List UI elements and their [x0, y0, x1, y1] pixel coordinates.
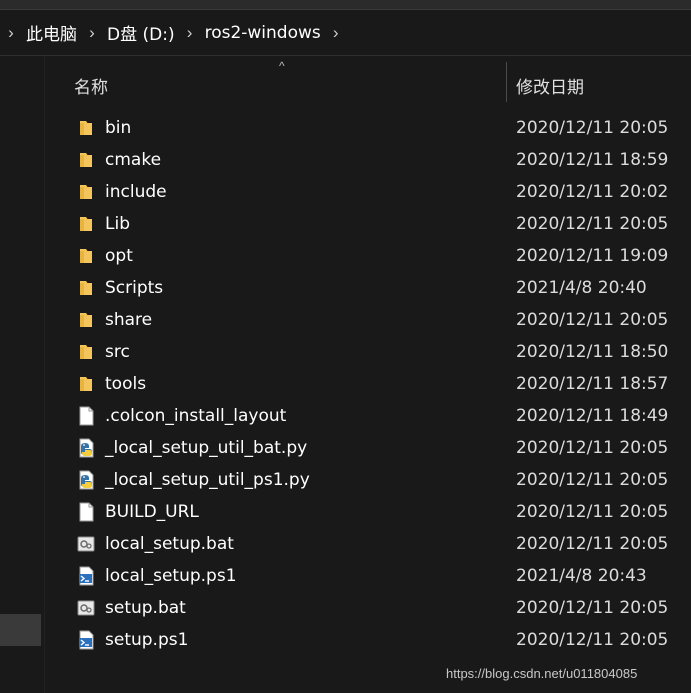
- folder-icon: [76, 246, 96, 266]
- column-header-row: ^ 名称 修改日期: [45, 56, 691, 104]
- breadcrumb[interactable]: › 此电脑 › D盘 (D:) › ros2-windows ›: [0, 10, 691, 56]
- file-row[interactable]: setup.bat 2020/12/11 20:05: [45, 592, 691, 624]
- file-list: bin 2020/12/11 20:05 cmake 2020/12/11 18:59…: [45, 112, 691, 656]
- file-modified-date: 2020/12/11 20:05: [516, 214, 669, 234]
- folder-icon: [76, 310, 96, 330]
- file-modified-date: 2020/12/11 18:49: [516, 406, 669, 426]
- file-row[interactable]: local_setup.ps1 2021/4/8 20:43: [45, 560, 691, 592]
- file-modified-date: 2020/12/11 20:05: [516, 598, 669, 618]
- file-name[interactable]: bin: [105, 118, 131, 138]
- file-name[interactable]: setup.bat: [105, 598, 186, 618]
- column-header-name[interactable]: 名称: [74, 73, 108, 98]
- file-name[interactable]: local_setup.bat: [105, 534, 234, 554]
- chevron-right-icon[interactable]: ›: [81, 23, 103, 43]
- file-row[interactable]: _local_setup_util_bat.py 2020/12/11 20:05: [45, 432, 691, 464]
- file-name[interactable]: BUILD_URL: [105, 502, 199, 522]
- python-file-icon: [76, 438, 96, 458]
- file-row[interactable]: _local_setup_util_ps1.py 2020/12/11 20:05: [45, 464, 691, 496]
- breadcrumb-item-drive-d[interactable]: D盘 (D:): [103, 20, 179, 45]
- file-name[interactable]: _local_setup_util_bat.py: [105, 438, 307, 458]
- file-modified-date: 2020/12/11 20:05: [516, 470, 669, 490]
- file-name[interactable]: _local_setup_util_ps1.py: [105, 470, 310, 490]
- file-row[interactable]: BUILD_URL 2020/12/11 20:05: [45, 496, 691, 528]
- file-row[interactable]: opt 2020/12/11 19:09: [45, 240, 691, 272]
- file-row[interactable]: include 2020/12/11 20:02: [45, 176, 691, 208]
- batch-file-icon: [76, 534, 96, 554]
- file-modified-date: 2020/12/11 20:05: [516, 118, 669, 138]
- file-name[interactable]: opt: [105, 246, 133, 266]
- file-icon: [76, 406, 96, 426]
- folder-icon: [76, 374, 96, 394]
- file-name[interactable]: setup.ps1: [105, 630, 188, 650]
- file-row[interactable]: bin 2020/12/11 20:05: [45, 112, 691, 144]
- file-modified-date: 2020/12/11 18:59: [516, 150, 669, 170]
- file-modified-date: 2020/12/11 20:05: [516, 438, 669, 458]
- file-row[interactable]: src 2020/12/11 18:50: [45, 336, 691, 368]
- file-row[interactable]: local_setup.bat 2020/12/11 20:05: [45, 528, 691, 560]
- folder-icon: [76, 118, 96, 138]
- navigation-selected-item[interactable]: [0, 614, 41, 646]
- breadcrumb-item-ros2-windows[interactable]: ros2-windows: [201, 23, 325, 43]
- watermark: https://blog.csdn.net/u011804085: [446, 666, 638, 681]
- file-row[interactable]: share 2020/12/11 20:05: [45, 304, 691, 336]
- navigation-pane[interactable]: [0, 56, 45, 693]
- file-row[interactable]: Lib 2020/12/11 20:05: [45, 208, 691, 240]
- python-file-icon: [76, 470, 96, 490]
- powershell-file-icon: [76, 566, 96, 586]
- file-modified-date: 2020/12/11 20:05: [516, 502, 669, 522]
- file-list-pane[interactable]: ^ 名称 修改日期 bin 2020/12/11 20:05 cmake 2020/1…: [45, 56, 691, 693]
- file-name[interactable]: Scripts: [105, 278, 163, 298]
- file-name[interactable]: .colcon_install_layout: [105, 406, 286, 426]
- breadcrumb-item-this-pc[interactable]: 此电脑: [22, 20, 81, 45]
- batch-file-icon: [76, 598, 96, 618]
- file-icon: [76, 502, 96, 522]
- column-divider[interactable]: [506, 62, 507, 102]
- file-modified-date: 2020/12/11 20:05: [516, 534, 669, 554]
- chevron-right-icon[interactable]: ›: [325, 23, 347, 43]
- file-name[interactable]: src: [105, 342, 130, 362]
- file-modified-date: 2020/12/11 18:50: [516, 342, 669, 362]
- file-row[interactable]: setup.ps1 2020/12/11 20:05: [45, 624, 691, 656]
- file-modified-date: 2021/4/8 20:43: [516, 566, 647, 586]
- chevron-right-icon[interactable]: ›: [0, 23, 22, 43]
- chevron-right-icon[interactable]: ›: [179, 23, 201, 43]
- file-name[interactable]: Lib: [105, 214, 130, 234]
- folder-icon: [76, 182, 96, 202]
- sort-ascending-icon: ^: [279, 59, 285, 73]
- file-row[interactable]: tools 2020/12/11 18:57: [45, 368, 691, 400]
- file-name[interactable]: cmake: [105, 150, 161, 170]
- column-header-date[interactable]: 修改日期: [516, 73, 584, 98]
- file-row[interactable]: cmake 2020/12/11 18:59: [45, 144, 691, 176]
- file-name[interactable]: local_setup.ps1: [105, 566, 237, 586]
- folder-icon: [76, 342, 96, 362]
- file-modified-date: 2020/12/11 20:05: [516, 310, 669, 330]
- folder-icon: [76, 214, 96, 234]
- file-name[interactable]: include: [105, 182, 167, 202]
- file-modified-date: 2020/12/11 20:05: [516, 630, 669, 650]
- file-name[interactable]: tools: [105, 374, 146, 394]
- file-modified-date: 2020/12/11 19:09: [516, 246, 669, 266]
- file-row[interactable]: Scripts 2021/4/8 20:40: [45, 272, 691, 304]
- powershell-file-icon: [76, 630, 96, 650]
- file-row[interactable]: .colcon_install_layout 2020/12/11 18:49: [45, 400, 691, 432]
- folder-icon: [76, 278, 96, 298]
- file-modified-date: 2020/12/11 18:57: [516, 374, 669, 394]
- file-modified-date: 2020/12/11 20:02: [516, 182, 669, 202]
- file-modified-date: 2021/4/8 20:40: [516, 278, 647, 298]
- folder-icon: [76, 150, 96, 170]
- file-name[interactable]: share: [105, 310, 152, 330]
